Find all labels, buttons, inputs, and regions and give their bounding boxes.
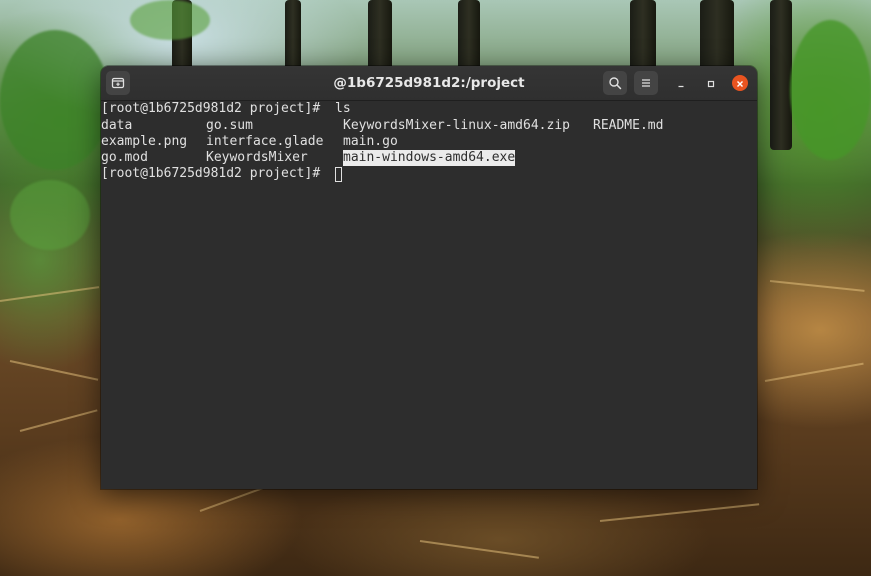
- shell-prompt: [root@1b6725d981d2 project]#: [101, 101, 328, 116]
- menu-button[interactable]: [634, 71, 658, 95]
- wallpaper-tree-trunk: [285, 0, 301, 70]
- wallpaper-pine-needle: [0, 286, 100, 302]
- minimize-icon: [676, 74, 686, 93]
- text-cursor: [335, 167, 342, 182]
- window-title: @1b6725d981d2:/project: [333, 75, 525, 91]
- ls-output-row: data go.sum KeywordsMixer-linux-amd64.zi…: [101, 118, 663, 134]
- ls-output-row: example.png interface.glade main.go: [101, 134, 398, 150]
- file-entry: KeywordsMixer: [206, 150, 308, 165]
- close-button[interactable]: [732, 75, 748, 91]
- maximize-button[interactable]: [703, 75, 719, 91]
- new-tab-icon: [111, 76, 125, 90]
- terminal-window: @1b6725d981d2:/project [root@1b6725d981d…: [101, 66, 757, 489]
- shell-prompt: [root@1b6725d981d2 project]#: [101, 166, 328, 181]
- wallpaper-tree-trunk: [368, 0, 392, 70]
- file-entry: go.sum: [206, 118, 253, 133]
- new-tab-button[interactable]: [106, 71, 130, 95]
- file-entry: README.md: [593, 118, 664, 133]
- wallpaper-foliage: [10, 180, 90, 250]
- command-text: ls: [335, 101, 351, 116]
- wallpaper-pine-needle: [764, 362, 864, 382]
- terminal-line: [root@1b6725d981d2 project]#: [101, 166, 320, 182]
- wallpaper-tree-trunk: [630, 0, 656, 70]
- window-titlebar[interactable]: @1b6725d981d2:/project: [101, 66, 757, 101]
- file-entry: KeywordsMixer-linux-amd64.zip: [343, 118, 570, 133]
- close-icon: [735, 74, 745, 93]
- wallpaper-pine-needle: [599, 503, 760, 522]
- wallpaper-foliage: [790, 20, 871, 160]
- terminal-area[interactable]: [root@1b6725d981d2 project]# ls data go.…: [101, 101, 757, 489]
- file-entry: example.png: [101, 134, 188, 149]
- maximize-icon: [706, 74, 716, 93]
- ls-output-row: go.mod KeywordsMixer main-windows-amd64.…: [101, 150, 516, 166]
- minimize-button[interactable]: [673, 75, 689, 91]
- wallpaper-foliage: [130, 0, 210, 40]
- wallpaper-tree-trunk: [458, 0, 480, 70]
- wallpaper-pine-needle: [419, 540, 539, 559]
- file-entry: interface.glade: [206, 134, 324, 149]
- wallpaper-pine-needle: [19, 409, 98, 432]
- selected-file-entry[interactable]: main-windows-amd64.exe: [343, 150, 516, 166]
- hamburger-menu-icon: [639, 76, 653, 90]
- file-entry: data: [101, 118, 133, 133]
- wallpaper-tree-trunk: [700, 0, 734, 70]
- wallpaper-tree-trunk: [770, 0, 792, 150]
- search-button[interactable]: [603, 71, 627, 95]
- wallpaper-pine-needle: [9, 360, 99, 381]
- wallpaper-pine-needle: [769, 280, 865, 292]
- file-entry: go.mod: [101, 150, 148, 165]
- search-icon: [608, 76, 622, 90]
- file-entry: main.go: [343, 134, 398, 149]
- terminal-line: [root@1b6725d981d2 project]# ls: [101, 101, 351, 117]
- wallpaper-foliage: [0, 30, 110, 170]
